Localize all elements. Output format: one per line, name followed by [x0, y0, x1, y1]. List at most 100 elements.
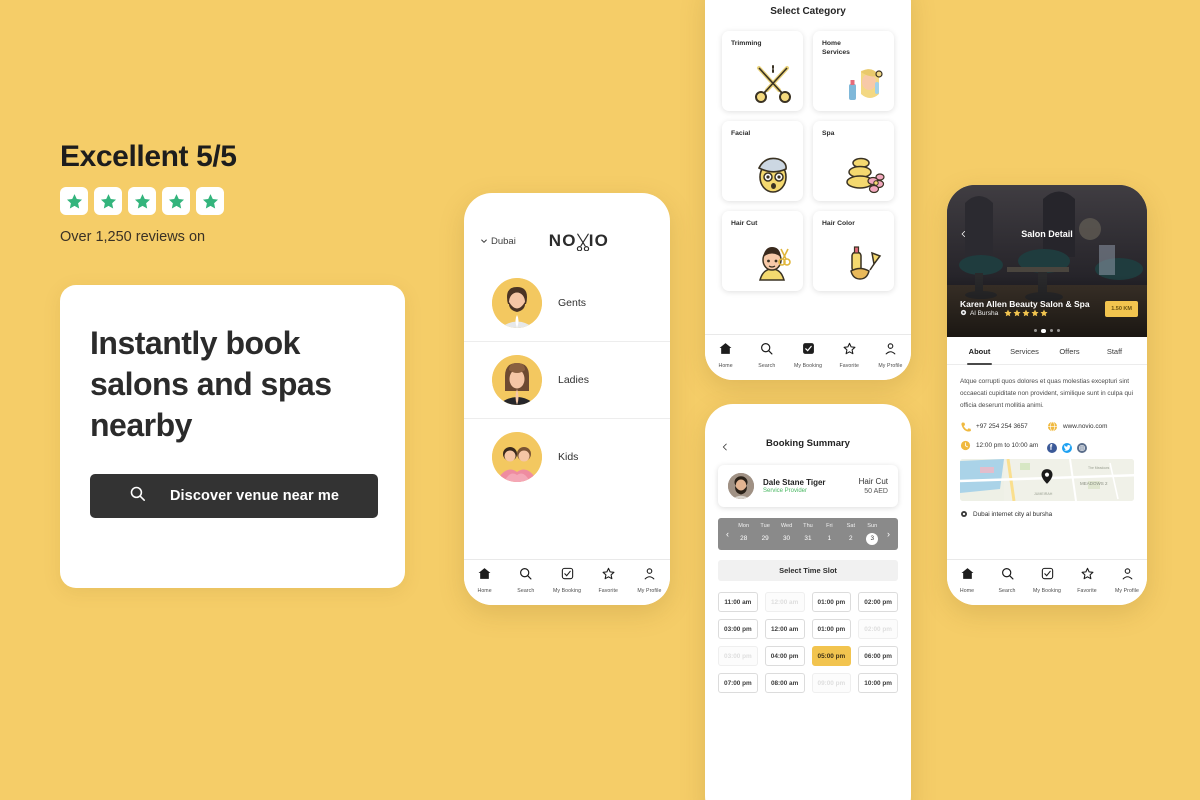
time-slot[interactable]: 05:00 pm — [811, 646, 852, 666]
category-card-home-services[interactable]: Home Services — [813, 31, 894, 111]
city-label: Dubai — [491, 235, 516, 247]
logo-text-right: IO — [588, 231, 610, 250]
rating-panel: Excellent 5/5 Over 1,250 reviews on — [60, 140, 420, 245]
calendar-day[interactable]: Fri 1 — [819, 523, 840, 545]
calendar-day-number: 31 — [804, 535, 812, 542]
calendar-day-name: Wed — [780, 523, 793, 529]
nav-item-search[interactable]: Search — [746, 342, 787, 369]
salon-hours-label: 12:00 pm to 10:00 am — [976, 441, 1039, 449]
search-icon — [519, 567, 532, 585]
category-card-hair-cut[interactable]: Hair Cut — [722, 211, 803, 291]
carousel-dot[interactable] — [1041, 328, 1046, 333]
time-slot[interactable]: 01:00 pm — [811, 592, 852, 612]
salon-website[interactable]: www.novio.com — [1047, 421, 1134, 432]
info-row-contact: +97 254 254 3657 www.novio.com — [960, 421, 1134, 432]
nav-item-label: My Profile — [1114, 588, 1140, 594]
svg-text:The Meadows: The Meadows — [1088, 466, 1110, 470]
nav-item-search[interactable]: Search — [987, 567, 1027, 594]
tab-services[interactable]: Services — [1002, 337, 1047, 364]
nav-item-home[interactable]: Home — [464, 567, 505, 594]
nav-item-my profile[interactable]: My Profile — [1107, 567, 1147, 594]
provider-name: Dale Stane Tiger — [763, 477, 826, 487]
city-selector[interactable]: Dubai — [480, 236, 516, 247]
star-outline-icon — [602, 567, 615, 585]
calendar-day-name: Thu — [803, 523, 813, 529]
discover-venue-button[interactable]: Discover venue near me — [90, 473, 378, 518]
salon-phone[interactable]: +97 254 254 3657 — [960, 421, 1047, 432]
calendar-prev-button[interactable]: ‹ — [722, 529, 733, 539]
carousel-dots[interactable] — [947, 328, 1147, 333]
phone-home-screen: Dubai NO IO Gents Ladies Kids Home Searc… — [464, 193, 670, 605]
audience-category-list: Gents Ladies Kids — [464, 265, 670, 495]
calendar-day[interactable]: Mon 28 — [733, 523, 754, 545]
rating-title: Excellent 5/5 — [60, 140, 237, 173]
page-title: Instantly book salons and spas nearby — [90, 325, 332, 443]
calendar-day[interactable]: Thu 31 — [797, 523, 818, 545]
calendar-day[interactable]: Tue 29 — [754, 523, 775, 545]
calendar-next-button[interactable]: › — [883, 529, 894, 539]
phone-notch — [769, 404, 847, 418]
category-card-spa[interactable]: Spa — [813, 121, 894, 201]
nav-item-my profile[interactable]: My Profile — [870, 342, 911, 369]
nav-item-home[interactable]: Home — [947, 567, 987, 594]
salon-phone-label: +97 254 254 3657 — [976, 422, 1028, 430]
time-slot[interactable]: 07:00 pm — [718, 673, 758, 693]
time-slot[interactable]: 08:00 am — [764, 673, 805, 693]
time-slot[interactable]: 06:00 pm — [858, 646, 898, 666]
nav-item-my booking[interactable]: My Booking — [1027, 567, 1067, 594]
time-slot[interactable]: 03:00 pm — [718, 619, 758, 639]
carousel-dot[interactable] — [1049, 328, 1053, 332]
nav-item-home[interactable]: Home — [705, 342, 746, 369]
chevron-down-icon — [480, 237, 488, 245]
calendar-day-number: 28 — [740, 535, 748, 542]
tab-offers[interactable]: Offers — [1047, 337, 1092, 364]
calendar-day[interactable]: Sun 3 — [862, 523, 883, 545]
phone-select-category-screen: Select Category Trimming Home Services Fa… — [705, 0, 911, 380]
category-card-hair-color[interactable]: Hair Color — [813, 211, 894, 291]
time-slot: 09:00 pm — [811, 673, 852, 693]
provider-service-block: Hair Cut 50 AED — [859, 477, 888, 495]
nav-item-my booking[interactable]: My Booking — [787, 342, 828, 369]
tab-staff[interactable]: Staff — [1092, 337, 1137, 364]
twitter-icon[interactable] — [1062, 440, 1072, 454]
carousel-dot[interactable] — [1056, 328, 1061, 332]
salon-location-label: Al Bursha — [970, 309, 999, 317]
tab-about[interactable]: About — [957, 337, 1002, 365]
time-slot[interactable]: 02:00 pm — [858, 592, 898, 612]
time-slot[interactable]: 11:00 am — [718, 592, 758, 612]
category-card-label: Trimming — [731, 40, 762, 47]
category-card-facial[interactable]: Facial — [722, 121, 803, 201]
nav-item-my booking[interactable]: My Booking — [546, 567, 587, 594]
nav-item-label: Home — [959, 588, 975, 594]
carousel-dot[interactable] — [1033, 328, 1038, 332]
calendar-day[interactable]: Sat 2 — [840, 523, 861, 545]
nav-item-favorite[interactable]: Favorite — [1067, 567, 1107, 594]
provider-card[interactable]: Dale Stane Tiger Service Provider Hair C… — [718, 465, 898, 507]
nav-item-search[interactable]: Search — [505, 567, 546, 594]
category-card-label: Hair Cut — [731, 220, 758, 227]
instagram-icon[interactable] — [1077, 440, 1087, 454]
audience-row-kids[interactable]: Kids — [464, 419, 670, 495]
avatar-gents — [492, 278, 542, 328]
audience-row-ladies[interactable]: Ladies — [464, 342, 670, 419]
nav-item-favorite[interactable]: Favorite — [829, 342, 870, 369]
calendar-day[interactable]: Wed 30 — [776, 523, 797, 545]
facebook-icon[interactable] — [1047, 440, 1057, 454]
time-slot[interactable]: 01:00 pm — [811, 619, 852, 639]
nav-item-favorite[interactable]: Favorite — [588, 567, 629, 594]
phone-notch — [528, 193, 606, 207]
audience-row-gents[interactable]: Gents — [464, 265, 670, 342]
nav-item-my profile[interactable]: My Profile — [629, 567, 670, 594]
time-slot: 03:00 pm — [718, 646, 758, 666]
time-slot[interactable]: 12:00 am — [764, 619, 805, 639]
nav-item-label: Search — [998, 588, 1016, 594]
checkbox-icon — [561, 567, 574, 585]
location-pin-icon — [960, 510, 968, 520]
time-slot[interactable]: 10:00 pm — [858, 673, 898, 693]
salon-hero-image: Salon Detail Karen Allen Beauty Salon & … — [947, 185, 1147, 337]
salon-meta: Al Bursha — [960, 304, 1048, 322]
time-slot[interactable]: 04:00 pm — [764, 646, 805, 666]
category-card-trimming[interactable]: Trimming — [722, 31, 803, 111]
provider-service: Hair Cut — [858, 477, 888, 486]
map-thumbnail[interactable]: MEADOWS 2 JUMEIRAH The Meadows — [960, 458, 1134, 501]
